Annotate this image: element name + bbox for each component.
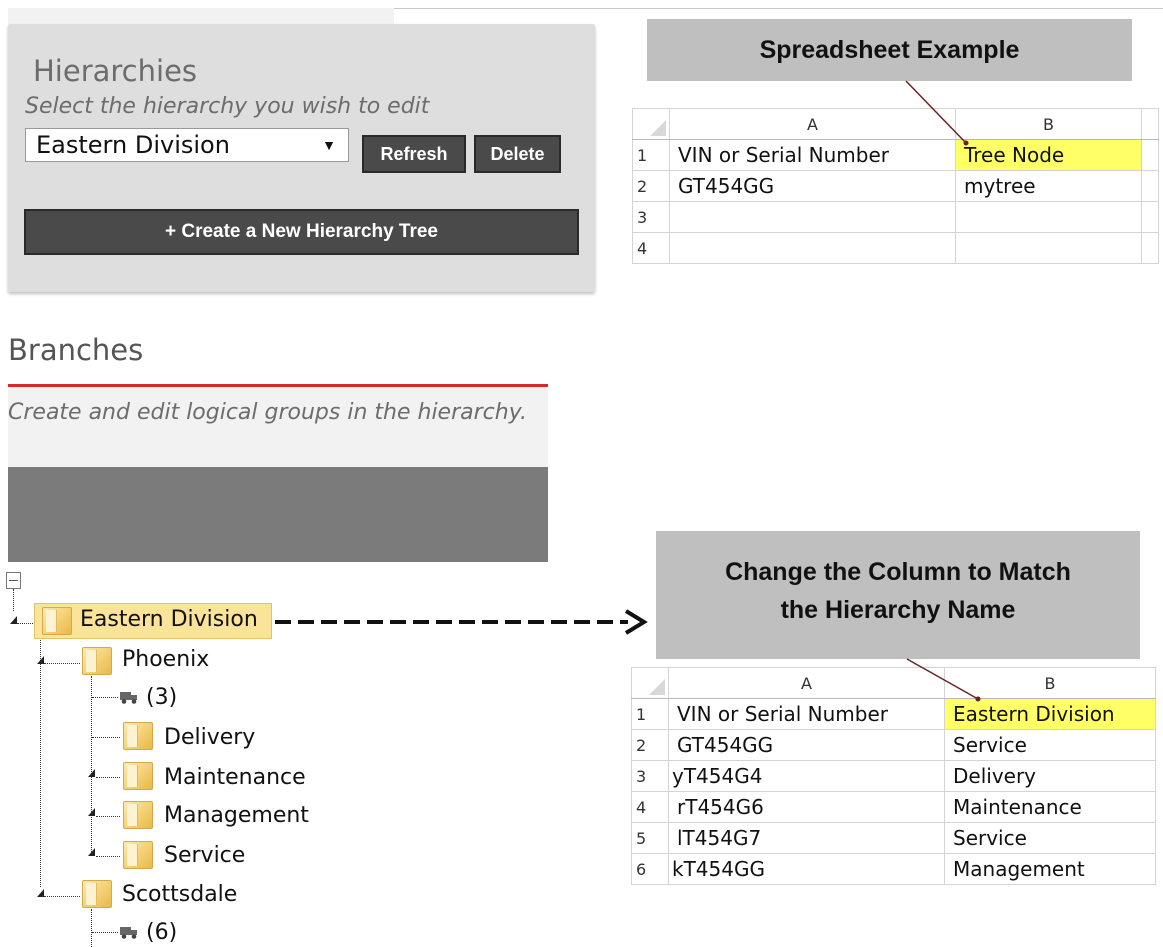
pointer-dot — [975, 696, 981, 702]
pointer-dot — [963, 140, 969, 146]
arrow-head-icon — [624, 609, 648, 635]
pointer-line — [905, 80, 967, 144]
pointer-line — [906, 658, 979, 700]
annotation-overlay — [275, 80, 981, 702]
